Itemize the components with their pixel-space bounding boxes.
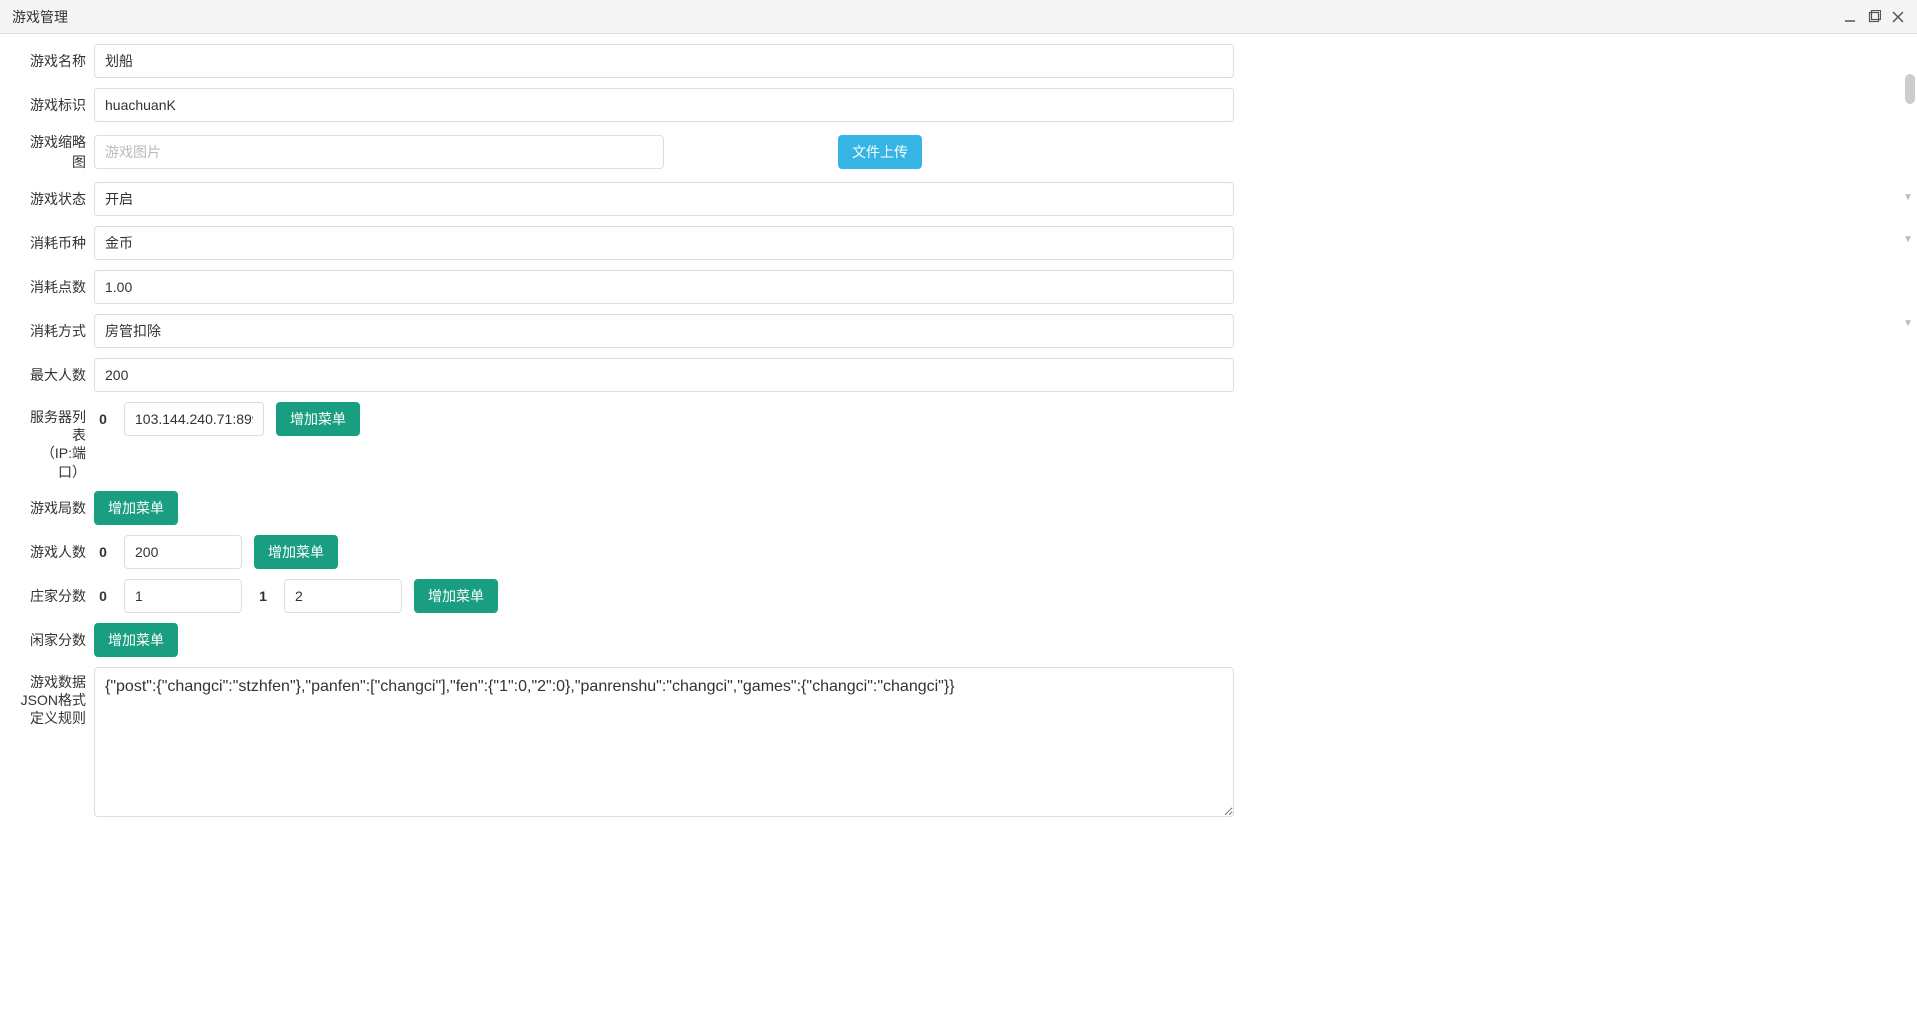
minimize-icon[interactable] <box>1843 10 1857 24</box>
chevron-down-icon: ▼ <box>1903 318 1913 329</box>
input-game-name[interactable] <box>94 44 1234 78</box>
add-round-button[interactable]: 增加菜单 <box>94 491 178 525</box>
upload-button[interactable]: 文件上传 <box>838 135 922 169</box>
players-index-0: 0 <box>98 544 108 560</box>
scrollbar-thumb[interactable] <box>1905 74 1915 104</box>
select-mode-value: 房管扣除 <box>105 321 161 341</box>
row-mode: 消耗方式 房管扣除 <box>20 314 1897 348</box>
banker-index-0: 0 <box>98 588 108 604</box>
row-game-name: 游戏名称 <box>20 44 1897 78</box>
row-rounds: 游戏局数 增加菜单 <box>20 491 1897 525</box>
input-server-0[interactable] <box>124 402 264 436</box>
input-points[interactable] <box>94 270 1234 304</box>
label-rounds: 游戏局数 <box>20 491 94 525</box>
input-players-0[interactable] <box>124 535 242 569</box>
chevron-down-icon: ▼ <box>1903 192 1913 203</box>
input-max-players[interactable] <box>94 358 1234 392</box>
close-icon[interactable] <box>1891 10 1905 24</box>
label-json-line2: JSON格式 <box>21 691 86 709</box>
label-banker-scores: 庄家分数 <box>20 579 94 613</box>
label-mode: 消耗方式 <box>20 314 94 348</box>
label-servers-line1: 服务器列表 <box>20 408 86 444</box>
row-status: 游戏状态 开启 <box>20 182 1897 216</box>
row-banker-scores: 庄家分数 0 1 增加菜单 <box>20 579 1897 613</box>
row-servers: 服务器列表 （IP:端口） 0 增加菜单 <box>20 402 1897 481</box>
select-currency[interactable]: 金币 <box>94 226 1234 260</box>
add-players-button[interactable]: 增加菜单 <box>254 535 338 569</box>
input-banker-0[interactable] <box>124 579 242 613</box>
label-max-players: 最大人数 <box>20 358 94 392</box>
add-banker-button[interactable]: 增加菜单 <box>414 579 498 613</box>
label-servers: 服务器列表 （IP:端口） <box>20 402 94 481</box>
row-game-key: 游戏标识 <box>20 88 1897 122</box>
add-player-score-button[interactable]: 增加菜单 <box>94 623 178 657</box>
row-players: 游戏人数 0 增加菜单 <box>20 535 1897 569</box>
label-json-line1: 游戏数据 <box>30 673 86 691</box>
maximize-icon[interactable] <box>1867 10 1881 24</box>
label-players: 游戏人数 <box>20 535 94 569</box>
row-json-rule: 游戏数据 JSON格式 定义规则 <box>20 667 1897 817</box>
window-title: 游戏管理 <box>12 7 68 27</box>
label-points: 消耗点数 <box>20 270 94 304</box>
banker-index-1: 1 <box>258 588 268 604</box>
input-banker-1[interactable] <box>284 579 402 613</box>
server-index-0: 0 <box>98 411 108 427</box>
row-points: 消耗点数 <box>20 270 1897 304</box>
row-max-players: 最大人数 <box>20 358 1897 392</box>
label-game-key: 游戏标识 <box>20 88 94 122</box>
label-json-line3: 定义规则 <box>30 709 86 727</box>
label-game-name: 游戏名称 <box>20 44 94 78</box>
select-status-value: 开启 <box>105 189 133 209</box>
row-player-scores: 闲家分数 增加菜单 <box>20 623 1897 657</box>
label-json-rule: 游戏数据 JSON格式 定义规则 <box>20 667 94 728</box>
add-server-button[interactable]: 增加菜单 <box>276 402 360 436</box>
select-status[interactable]: 开启 <box>94 182 1234 216</box>
textarea-json-rule[interactable] <box>94 667 1234 817</box>
chevron-down-icon: ▼ <box>1903 234 1913 245</box>
input-game-key[interactable] <box>94 88 1234 122</box>
label-servers-line2: （IP:端口） <box>20 444 86 480</box>
label-thumbnail: 游戏缩略图 <box>20 132 94 172</box>
label-currency: 消耗币种 <box>20 226 94 260</box>
select-mode[interactable]: 房管扣除 <box>94 314 1234 348</box>
label-player-scores: 闲家分数 <box>20 623 94 657</box>
row-currency: 消耗币种 金币 <box>20 226 1897 260</box>
window-controls <box>1843 10 1905 24</box>
title-bar: 游戏管理 <box>0 0 1917 34</box>
row-thumbnail: 游戏缩略图 文件上传 <box>20 132 1897 172</box>
scrollbar-gutter: ▼ ▼ ▼ <box>1899 34 1917 1023</box>
select-currency-value: 金币 <box>105 233 133 253</box>
label-status: 游戏状态 <box>20 182 94 216</box>
input-thumbnail[interactable] <box>94 135 664 169</box>
form-area: 游戏名称 游戏标识 游戏缩略图 文件上传 游戏状态 开启 <box>0 34 1917 1023</box>
